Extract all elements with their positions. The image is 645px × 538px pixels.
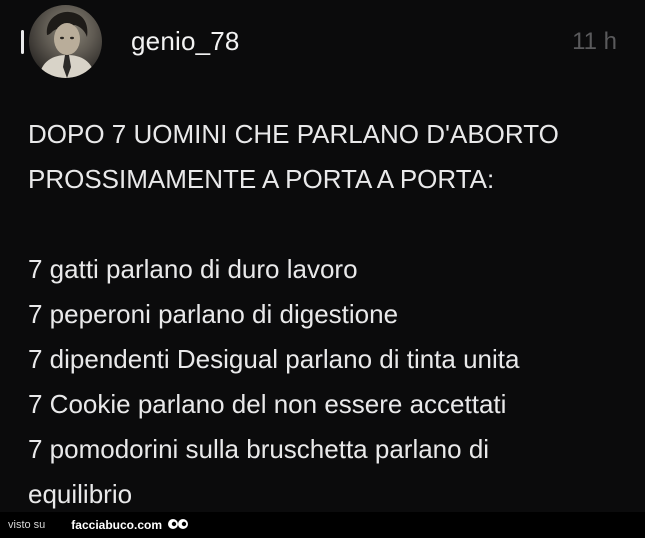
post-text-line: DOPO 7 UOMINI CHE PARLANO D'ABORTO — [28, 119, 559, 149]
username[interactable]: genio_78 — [131, 26, 240, 57]
eyes-icon — [167, 518, 189, 532]
post-text-line: 7 peperoni parlano di digestione — [28, 299, 399, 329]
post-card: genio_78 11 h DOPO 7 UOMINI CHE PARLANO … — [0, 0, 645, 538]
seen-on-label: visto su — [8, 519, 46, 531]
avatar[interactable] — [29, 5, 102, 78]
watermark-footer: visto su facciabuco.com — [0, 512, 645, 538]
post-text-line: 7 gatti parlano di duro lavoro — [28, 254, 358, 284]
profile-photo-icon — [39, 11, 95, 78]
post-text-line: equilibrio — [28, 479, 133, 509]
post-text-line: 7 pomodorini sulla bruschetta parlano di — [28, 434, 490, 464]
site-name[interactable]: facciabuco.com — [71, 518, 162, 532]
reply-bar-icon — [21, 30, 24, 54]
post-text-line: 7 Cookie parlano del non essere accettat… — [28, 389, 507, 419]
post-text-line: 7 dipendenti Desigual parlano di tinta u… — [28, 344, 520, 374]
post-text-line: PROSSIMAMENTE A PORTA A PORTA: — [28, 164, 495, 194]
timestamp: 11 h — [572, 28, 617, 55]
post-text: DOPO 7 UOMINI CHE PARLANO D'ABORTO PROSS… — [28, 112, 628, 517]
